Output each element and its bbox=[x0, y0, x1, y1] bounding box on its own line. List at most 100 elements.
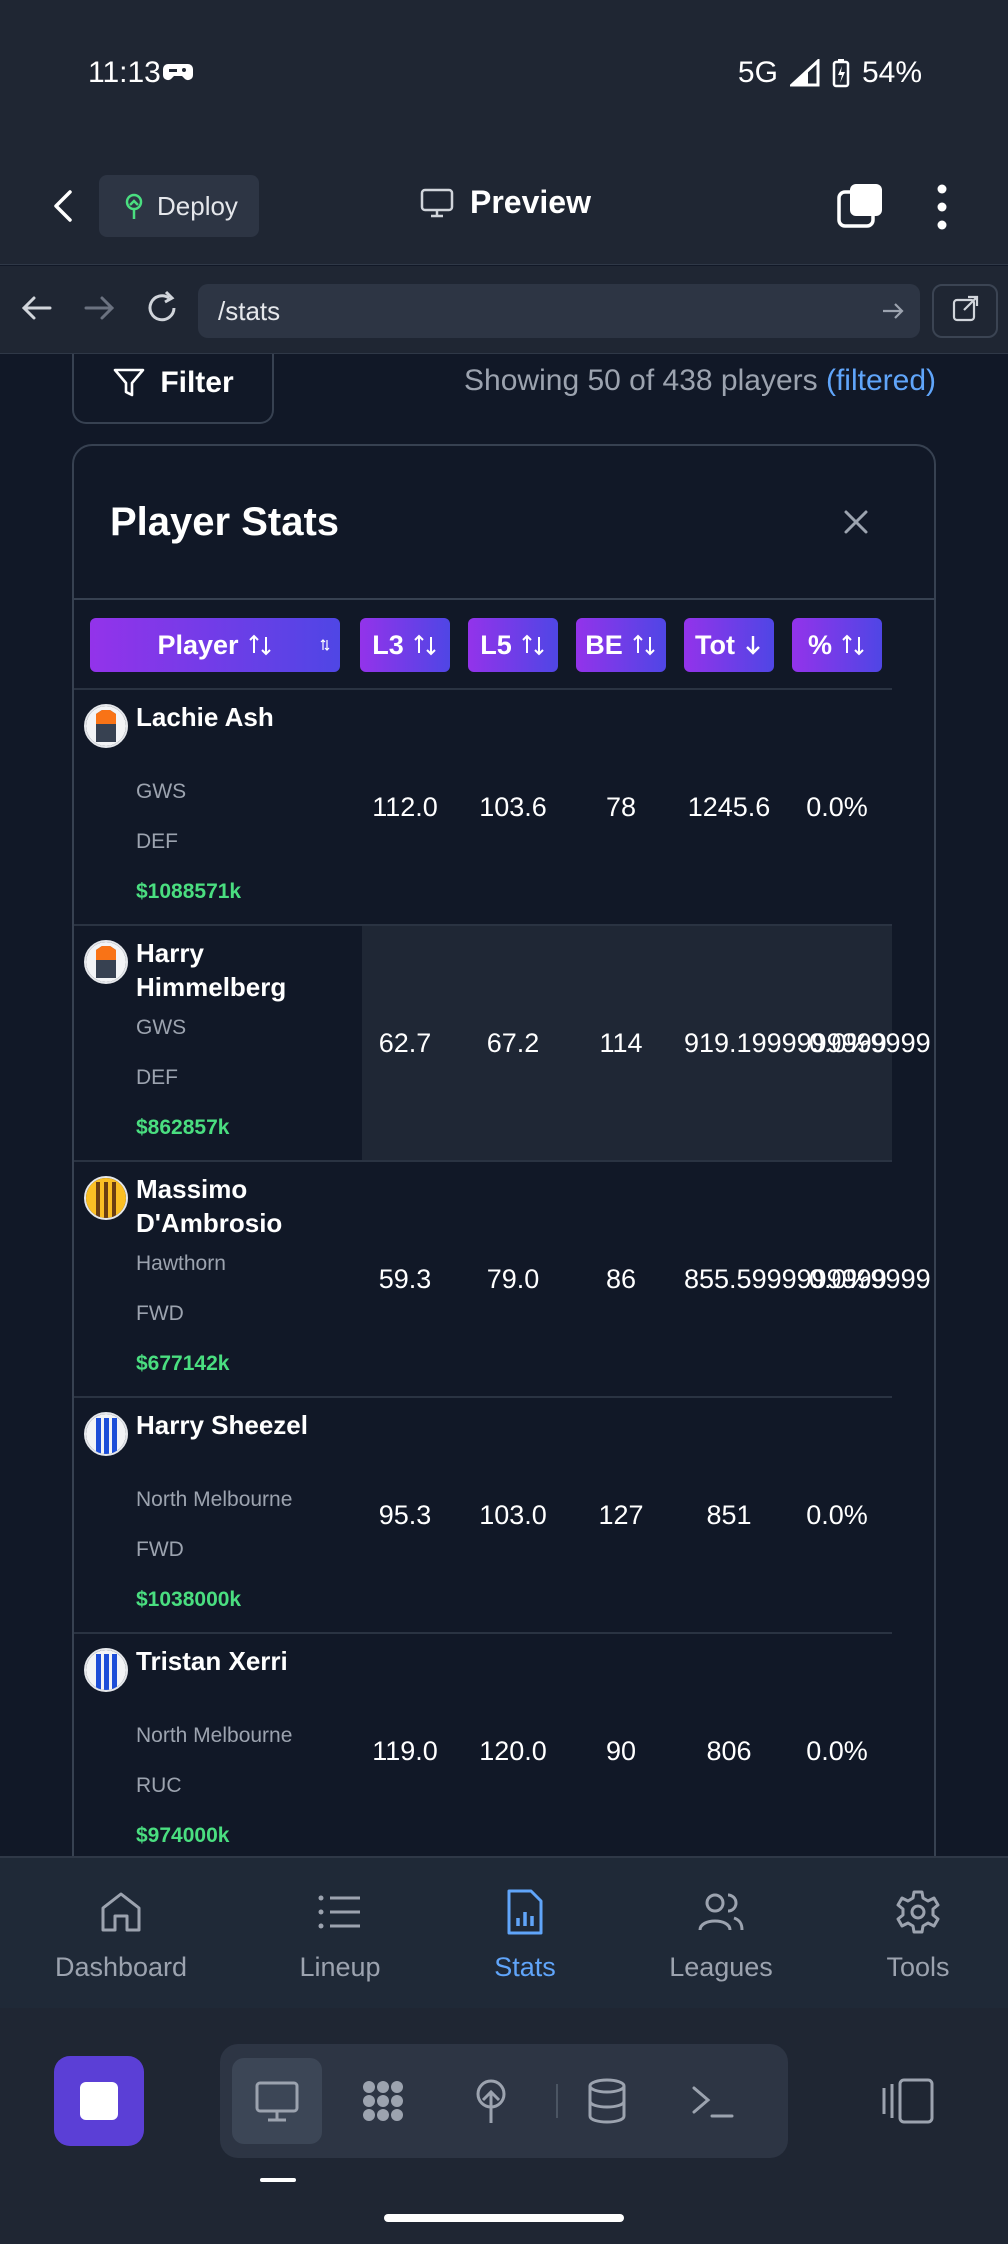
go-arrow-icon[interactable] bbox=[880, 298, 906, 324]
tool-deployments[interactable] bbox=[446, 2058, 536, 2144]
back-chevron-icon[interactable] bbox=[44, 186, 84, 226]
nav-tools[interactable]: Tools bbox=[828, 1858, 1008, 2010]
filter-icon bbox=[114, 368, 145, 397]
tabs-icon[interactable] bbox=[836, 182, 886, 232]
url-input[interactable]: /stats bbox=[198, 284, 920, 338]
battery-percent: 54% bbox=[861, 56, 922, 89]
cell-l5: 67.2 bbox=[486, 1028, 540, 1058]
more-vertical-icon[interactable] bbox=[924, 180, 960, 234]
dev-toolbar bbox=[0, 2008, 1008, 2244]
table-row[interactable]: Lachie Ash GWS DEF $1088571k 112.0 103.6… bbox=[74, 690, 892, 926]
network-label: 5G bbox=[737, 56, 778, 89]
column-label: Player bbox=[157, 629, 239, 660]
guernsey-icon bbox=[84, 940, 128, 984]
monitor-icon bbox=[420, 188, 454, 217]
table-row[interactable]: Harry Sheezel North Melbourne FWD $10380… bbox=[74, 1398, 892, 1634]
cell-pct: 0.0% bbox=[806, 792, 868, 822]
list-icon bbox=[318, 1895, 360, 1929]
cell-be: 86 bbox=[605, 1264, 637, 1294]
deploy-label: Deploy bbox=[157, 190, 238, 221]
status-bar: 11:13 5G 54% bbox=[0, 0, 1008, 150]
nav-lineup[interactable]: Lineup bbox=[250, 1858, 430, 2010]
sort-l5-button[interactable]: L5 bbox=[468, 618, 558, 672]
cell-l3: 112.0 bbox=[372, 792, 438, 822]
table-row[interactable]: Tristan Xerri North Melbourne RUC $97400… bbox=[74, 1634, 892, 1856]
cell-l5: 79.0 bbox=[486, 1264, 540, 1294]
status-right: 5G 54% bbox=[738, 56, 922, 90]
sort-be-button[interactable]: BE bbox=[576, 618, 666, 672]
arrow-right-icon[interactable] bbox=[80, 288, 120, 328]
close-icon[interactable] bbox=[836, 502, 876, 542]
url-text: /stats bbox=[218, 296, 281, 326]
column-label: BE bbox=[585, 629, 623, 660]
nav-dashboard[interactable]: Dashboard bbox=[31, 1858, 211, 2010]
deploy-button[interactable]: Deploy bbox=[99, 175, 259, 237]
tool-database[interactable] bbox=[562, 2058, 652, 2144]
table-header: Player L3 L5 BE Tot % bbox=[74, 600, 892, 690]
player-price: $862857k bbox=[136, 1116, 230, 1139]
cell-pct: 0.0% bbox=[806, 1736, 868, 1766]
showing-count: Showing 50 of 438 players (filtered) bbox=[464, 364, 936, 398]
cell-tot: 806 bbox=[706, 1736, 752, 1766]
sort-player-button[interactable]: Player bbox=[90, 618, 340, 672]
arrow-left-icon[interactable] bbox=[16, 288, 56, 328]
player-name: Massimo D'Ambrosio bbox=[136, 1174, 283, 1238]
cell-be: 90 bbox=[605, 1736, 637, 1766]
table-row[interactable]: Harry Himmelberg GWS DEF $862857k 62.7 6… bbox=[74, 926, 931, 1162]
player-team: North Melbourne bbox=[136, 1724, 293, 1747]
sort-tot-button[interactable]: Tot bbox=[684, 618, 774, 672]
player-stats-card: Player Stats Player L3 L5 BE Tot % Lachi… bbox=[72, 444, 936, 1856]
nav-label: Stats bbox=[494, 1952, 556, 1982]
external-link-icon bbox=[952, 295, 979, 322]
cell-l3: 62.7 bbox=[378, 1028, 432, 1058]
stats-page: Filter Showing 50 of 438 players (filter… bbox=[0, 354, 1008, 1856]
cell-tot: 851 bbox=[706, 1500, 752, 1530]
cell-pct: 0.0% bbox=[806, 1500, 868, 1530]
column-label: % bbox=[807, 629, 832, 660]
home-icon bbox=[101, 1892, 141, 1932]
filter-button[interactable]: Filter bbox=[72, 354, 274, 424]
player-team: GWS bbox=[136, 780, 187, 803]
open-external-button[interactable] bbox=[932, 284, 998, 338]
home-indicator[interactable] bbox=[384, 2214, 624, 2222]
sort-pct-button[interactable]: % bbox=[792, 618, 882, 672]
tool-workflows[interactable] bbox=[338, 2058, 428, 2144]
nav-stats[interactable]: Stats bbox=[435, 1858, 615, 2010]
users-icon bbox=[698, 1893, 744, 1931]
table-row[interactable]: Massimo D'Ambrosio Hawthorn FWD $677142k… bbox=[74, 1162, 931, 1398]
player-team: GWS bbox=[136, 1016, 187, 1039]
tool-shell[interactable] bbox=[668, 2058, 758, 2144]
refresh-icon[interactable] bbox=[142, 288, 182, 328]
active-tool-indicator bbox=[260, 2178, 296, 2182]
split-view-icon[interactable] bbox=[880, 2076, 936, 2126]
player-name: Harry Himmelberg bbox=[136, 938, 287, 1002]
database-icon bbox=[588, 2078, 626, 2124]
nav-label: Dashboard bbox=[54, 1952, 188, 1982]
player-position: FWD bbox=[136, 1538, 184, 1561]
guernsey-icon bbox=[84, 1176, 128, 1220]
cell-pct: 0.0%9999 bbox=[809, 1264, 931, 1294]
player-price: $1038000k bbox=[136, 1588, 242, 1611]
column-label: L3 bbox=[372, 629, 404, 660]
gamepad-notification-icon bbox=[163, 64, 193, 80]
player-price: $1088571k bbox=[136, 880, 242, 903]
filter-label: Filter bbox=[160, 366, 234, 399]
cell-l5: 103.6 bbox=[479, 792, 547, 822]
nav-leagues[interactable]: Leagues bbox=[631, 1858, 811, 2010]
stop-button[interactable] bbox=[54, 2056, 144, 2146]
nodes-icon bbox=[363, 2081, 403, 2121]
sort-l3-button[interactable]: L3 bbox=[360, 618, 450, 672]
player-name: Lachie Ash bbox=[136, 702, 274, 732]
guernsey-icon bbox=[84, 1648, 128, 1692]
player-team: North Melbourne bbox=[136, 1488, 293, 1511]
nav-label: Leagues bbox=[669, 1952, 773, 1982]
tool-preview[interactable] bbox=[232, 2058, 322, 2144]
player-name: Tristan Xerri bbox=[136, 1646, 288, 1676]
card-title: Player Stats bbox=[110, 500, 340, 544]
stats-file-icon bbox=[507, 1889, 543, 1935]
cell-l3: 95.3 bbox=[378, 1500, 432, 1530]
card-header: Player Stats bbox=[74, 446, 934, 600]
resize-handle-icon[interactable] bbox=[320, 638, 330, 652]
tool-separator bbox=[556, 2084, 558, 2118]
column-label: Tot bbox=[695, 629, 735, 660]
